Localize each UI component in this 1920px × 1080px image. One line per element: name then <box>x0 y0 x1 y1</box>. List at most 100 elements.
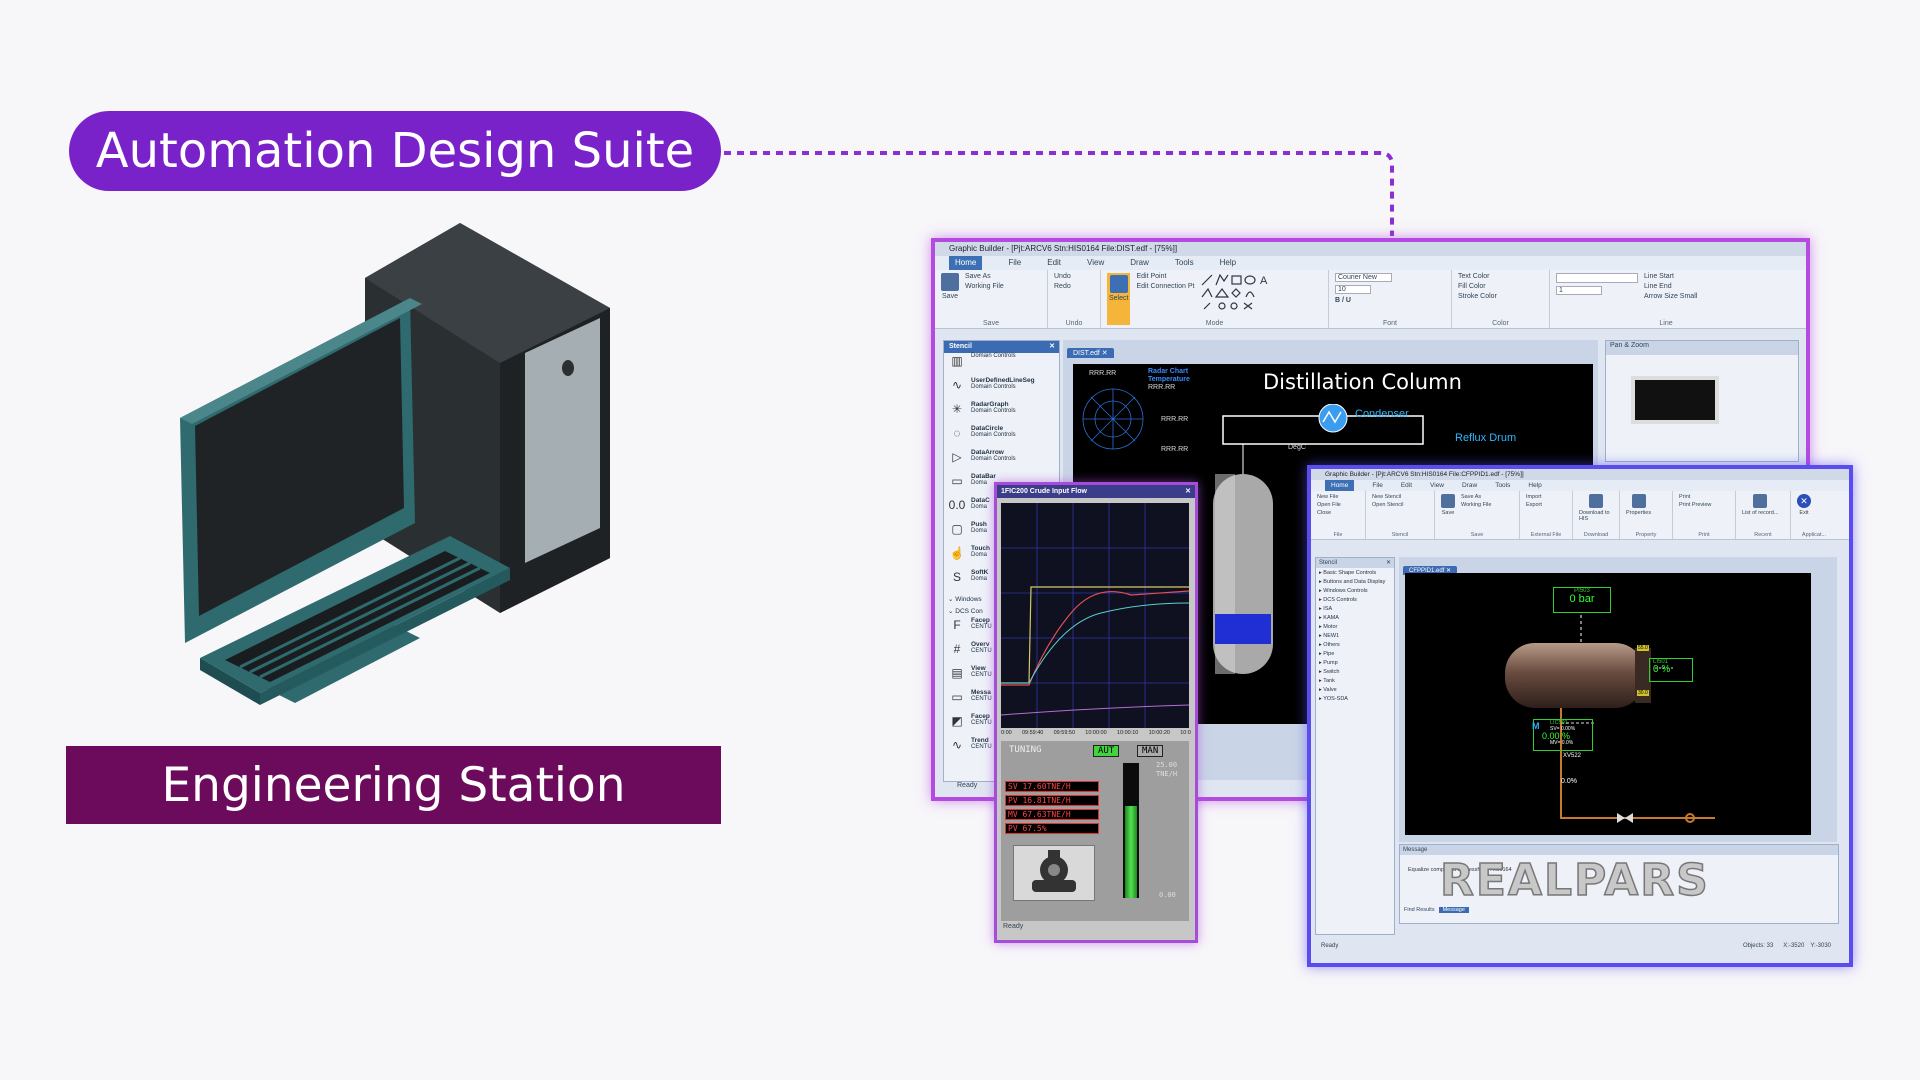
stencil-group[interactable]: ▸ Tank <box>1316 676 1394 685</box>
mode-indicator: M <box>1532 721 1540 731</box>
stencil-item-sub: CENTU <box>971 648 992 654</box>
menu-tools[interactable]: Tools <box>1495 480 1510 491</box>
li501-box[interactable]: LI501 0 % <box>1649 658 1693 682</box>
close-icon[interactable]: ✕ <box>1386 558 1394 568</box>
save-button[interactable]: Save <box>941 273 959 325</box>
edit-point-button[interactable]: Edit Point <box>1136 273 1194 280</box>
properties-icon <box>1631 494 1646 508</box>
font-style-buttons[interactable]: B / U <box>1335 297 1392 304</box>
menu-help[interactable]: Help <box>1220 256 1236 270</box>
stencil-group[interactable]: ▸ Motor <box>1316 622 1394 631</box>
select-button[interactable]: Select <box>1107 273 1131 325</box>
graphic-builder-window-2[interactable]: Graphic Builder - [Pjt:ARCV6 Stn:HIS0164… <box>1307 465 1853 967</box>
fill-color-button[interactable]: Fill Color <box>1458 283 1497 290</box>
engineering-station-label: Engineering Station <box>66 746 721 824</box>
pv-bar <box>1123 763 1139 898</box>
xv522-percent: 0.0% <box>1561 778 1577 785</box>
line-end-select[interactable]: Line End <box>1644 283 1697 290</box>
arrow-size-select[interactable]: Arrow Size Small <box>1644 293 1697 300</box>
menu-home[interactable]: Home <box>1325 480 1355 491</box>
stencil-group[interactable]: ▸ Basic Shape Controls <box>1316 568 1394 577</box>
close-icon[interactable]: ✕ <box>1049 341 1059 353</box>
properties-button[interactable]: Properties <box>1626 494 1651 536</box>
new-file-button[interactable]: New File <box>1317 494 1341 500</box>
menu-home[interactable]: Home <box>949 256 983 270</box>
pi503-box[interactable]: PI503 0 bar <box>1553 587 1611 613</box>
stencil-group[interactable]: ▸ Pipe <box>1316 649 1394 658</box>
line-start-select[interactable]: Line Start <box>1644 273 1697 280</box>
list-records-button[interactable]: List of record... <box>1742 494 1778 536</box>
man-mode-button[interactable]: MAN <box>1137 745 1164 757</box>
aut-mode-button[interactable]: AUT <box>1093 745 1120 757</box>
menu-tools[interactable]: Tools <box>1175 256 1194 270</box>
lic501-box[interactable]: LIC501 SV= 0.00% 0.00 % MV= 0.0% <box>1533 719 1593 751</box>
shape-tools-icon[interactable]: A <box>1200 273 1270 313</box>
close-file-button[interactable]: Close <box>1317 510 1341 516</box>
menu-file[interactable]: File <box>1372 480 1382 491</box>
group-caption: Property <box>1635 532 1657 538</box>
stencil-item-sub: Doma <box>971 576 988 582</box>
new-stencil-button[interactable]: New Stencil <box>1372 494 1404 500</box>
stencil-group[interactable]: ▸ DCS Controls <box>1316 595 1394 604</box>
menu-draw[interactable]: Draw <box>1462 480 1477 491</box>
stencil-group[interactable]: ▸ Valve <box>1316 685 1394 694</box>
stencil-group[interactable]: ▸ NEW1 <box>1316 631 1394 640</box>
menu-draw[interactable]: Draw <box>1130 256 1149 270</box>
stencil-group[interactable]: ▸ YOS-SDA <box>1316 694 1394 703</box>
print-button[interactable]: Print <box>1679 494 1711 500</box>
download-button[interactable]: Download to HIS <box>1579 494 1613 536</box>
stencil-item-name: SoftK <box>971 569 989 576</box>
open-file-button[interactable]: Open File <box>1317 502 1341 508</box>
font-name-select[interactable]: Courier New <box>1335 273 1392 282</box>
tuning-label[interactable]: TUNING <box>1009 745 1042 755</box>
save-as-button[interactable]: Save As <box>1461 494 1491 500</box>
properties-label: Properties <box>1626 510 1652 516</box>
exit-button[interactable]: ✕ Exit <box>1797 494 1811 536</box>
find-results-tab[interactable]: Find Results <box>1404 907 1435 913</box>
stencil-panel: Stencil ✕ ▸ Basic Shape Controls ▸ Buttons… <box>1315 557 1395 935</box>
stencil-group[interactable]: ▸ Switch <box>1316 667 1394 676</box>
close-icon[interactable]: ✕ <box>1185 485 1195 498</box>
open-stencil-button[interactable]: Open Stencil <box>1372 502 1404 508</box>
menu-file[interactable]: File <box>1008 256 1021 270</box>
redo-button[interactable]: Redo <box>1054 283 1071 290</box>
line-width-select[interactable]: 1 <box>1556 286 1602 295</box>
working-file-button[interactable]: Working File <box>1461 502 1491 508</box>
menu-view[interactable]: View <box>1430 480 1444 491</box>
stencil-group[interactable]: ▸ Others <box>1316 640 1394 649</box>
import-button[interactable]: Import <box>1526 494 1542 500</box>
menu-view[interactable]: View <box>1087 256 1104 270</box>
time-label: 10:00:00 <box>1085 730 1107 736</box>
line-style-select[interactable] <box>1556 273 1638 283</box>
menu-edit[interactable]: Edit <box>1401 480 1412 491</box>
stencil-item[interactable]: ▥ Domain Controls <box>944 353 1059 377</box>
stencil-item[interactable]: ▷ DataArrow Domain Controls <box>944 449 1059 473</box>
edit-connection-button[interactable]: Edit Connection Pt <box>1136 283 1194 290</box>
faceplate-icon: ▤ <box>951 666 963 680</box>
working-file-button[interactable]: Working File <box>965 283 1004 290</box>
stencil-item[interactable]: ◌ DataCircle Domain Controls <box>944 425 1059 449</box>
export-button[interactable]: Export <box>1526 502 1542 508</box>
drawing-canvas[interactable]: PI503 0 bar 55.0 30.0 LI501 0 % LIC501 S… <box>1405 573 1811 835</box>
tab-dist-edf[interactable]: DIST.edf ✕ <box>1067 348 1114 358</box>
stencil-group[interactable]: ▸ Buttons and Data Display <box>1316 577 1394 586</box>
print-preview-button[interactable]: Print Preview <box>1679 502 1711 508</box>
pan-zoom-preview[interactable] <box>1631 376 1719 424</box>
menu-edit[interactable]: Edit <box>1047 256 1061 270</box>
stencil-group[interactable]: ▸ KAMA <box>1316 613 1394 622</box>
stencil-group[interactable]: ▸ Windows Controls <box>1316 586 1394 595</box>
message-tab[interactable]: Message <box>1438 907 1469 913</box>
undo-button[interactable]: Undo <box>1054 273 1071 280</box>
stencil-item[interactable]: ✳ RadarGraph Domain Controls <box>944 401 1059 425</box>
save-button[interactable]: Save <box>1441 494 1455 536</box>
stencil-item[interactable]: ∿ UserDefinedLineSeg Domain Controls <box>944 377 1059 401</box>
menu-help[interactable]: Help <box>1528 480 1541 491</box>
stencil-group[interactable]: ▸ ISA <box>1316 604 1394 613</box>
stroke-color-button[interactable]: Stroke Color <box>1458 293 1497 300</box>
font-size-select[interactable]: 10 <box>1335 285 1371 294</box>
stencil-group[interactable]: ▸ Pump <box>1316 658 1394 667</box>
scale-top: 25.00 <box>1156 761 1178 769</box>
text-color-button[interactable]: Text Color <box>1458 273 1497 280</box>
save-as-button[interactable]: Save As <box>965 273 1004 280</box>
faceplate-window[interactable]: 1FIC200 Crude Input Flow ✕ 0:00 09:59:40… <box>994 482 1198 943</box>
